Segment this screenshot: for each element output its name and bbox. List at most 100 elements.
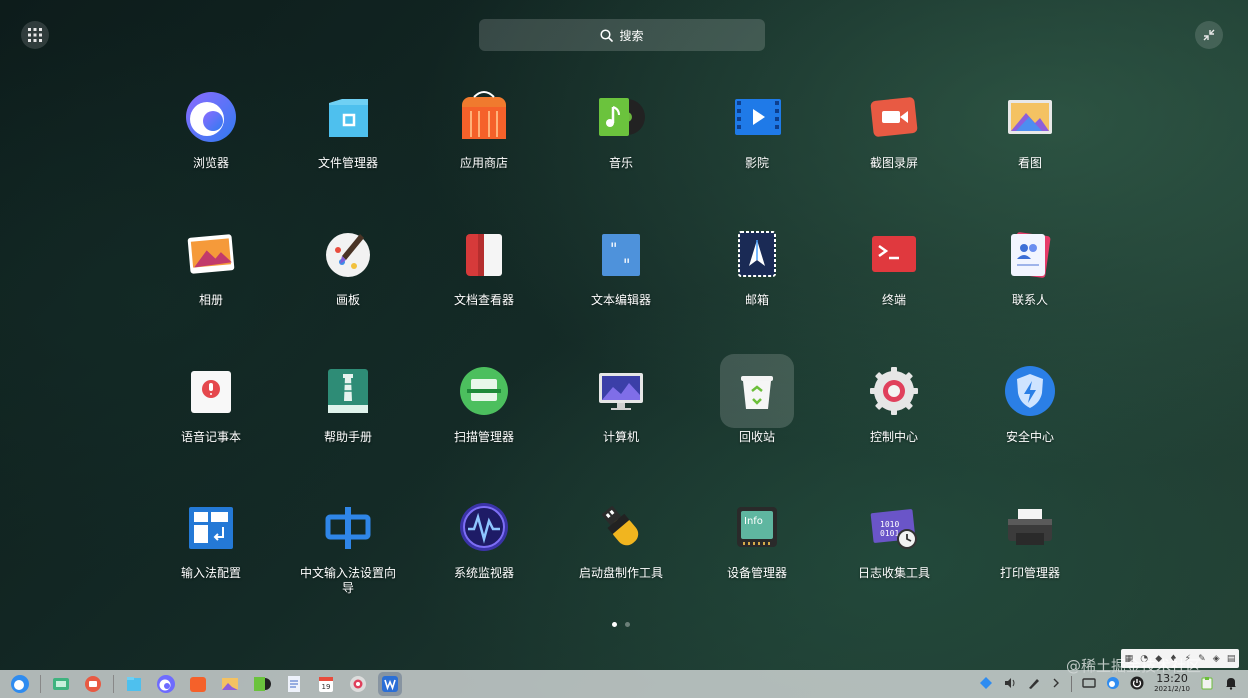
boot-maker-icon bbox=[601, 506, 639, 546]
app-document-viewer[interactable]: 文档查看器 bbox=[416, 217, 552, 308]
clock-time: 13:20 bbox=[1156, 672, 1188, 685]
app-scanner[interactable]: 扫描管理器 bbox=[416, 354, 552, 445]
app-label: 扫描管理器 bbox=[453, 430, 514, 444]
app-text-editor[interactable]: " " 文本编辑器 bbox=[553, 217, 689, 308]
shrink-icon bbox=[1203, 29, 1215, 41]
print-manager-icon bbox=[1008, 509, 1052, 545]
taskbar-control-center[interactable] bbox=[346, 672, 370, 696]
search-label: 搜索 bbox=[619, 28, 644, 43]
app-contacts[interactable]: 联系人 bbox=[962, 217, 1098, 308]
app-draw[interactable]: 画板 bbox=[280, 217, 416, 308]
svg-text:Info: Info bbox=[744, 516, 763, 527]
browser-icon[interactable] bbox=[1106, 676, 1120, 693]
app-label: 影院 bbox=[744, 156, 769, 170]
app-label: 相册 bbox=[198, 293, 223, 307]
security-center-icon bbox=[1005, 366, 1055, 416]
keyboard-icon[interactable] bbox=[1082, 677, 1096, 692]
app-label: 打印管理器 bbox=[999, 566, 1060, 580]
app-album[interactable]: 相册 bbox=[143, 217, 279, 308]
app-label: 浏览器 bbox=[192, 156, 229, 170]
taskbar-app-store[interactable] bbox=[186, 672, 210, 696]
taskbar-document[interactable] bbox=[282, 672, 306, 696]
wps-icon bbox=[382, 676, 398, 692]
launcher-button[interactable] bbox=[8, 672, 32, 696]
app-screen-capture[interactable]: 截图录屏 bbox=[826, 80, 962, 171]
scanner-icon bbox=[460, 367, 508, 415]
manual-icon bbox=[328, 369, 368, 413]
document-icon bbox=[288, 676, 300, 692]
tray-popup-item-icon[interactable]: ▤ bbox=[1227, 654, 1236, 664]
music-icon bbox=[599, 98, 645, 136]
app-log-collector[interactable]: 1010 0101 日志收集工具 bbox=[826, 490, 962, 581]
svg-text:0101: 0101 bbox=[880, 529, 899, 538]
app-label: 应用商店 bbox=[459, 156, 508, 170]
taskbar-browser[interactable] bbox=[154, 672, 178, 696]
taskbar-music[interactable] bbox=[250, 672, 274, 696]
app-manual[interactable]: 帮助手册 bbox=[280, 354, 416, 445]
app-terminal[interactable]: 终端 bbox=[826, 217, 962, 308]
device-manager-icon: Info bbox=[737, 507, 777, 547]
draw-icon bbox=[326, 233, 370, 277]
page-dot[interactable] bbox=[612, 622, 617, 627]
svg-text:": " bbox=[623, 255, 630, 274]
control-center-icon bbox=[870, 367, 918, 415]
clipboard-icon[interactable] bbox=[1200, 676, 1214, 693]
app-mail[interactable]: 邮箱 bbox=[689, 217, 825, 308]
log-collector-icon: 1010 0101 bbox=[870, 509, 917, 549]
app-store-icon bbox=[190, 677, 206, 692]
app-label: 联系人 bbox=[1011, 293, 1048, 307]
app-input-method-config[interactable]: 输入法配置 bbox=[143, 490, 279, 581]
app-system-monitor[interactable]: 系统监视器 bbox=[416, 490, 552, 581]
svg-text:": " bbox=[610, 239, 617, 258]
app-browser[interactable]: 浏览器 bbox=[143, 80, 279, 171]
file-manager-icon bbox=[329, 99, 368, 137]
app-label: 设备管理器 bbox=[726, 566, 787, 580]
app-label: 终端 bbox=[881, 293, 906, 307]
app-label: 看图 bbox=[1017, 156, 1042, 170]
computer-icon bbox=[599, 373, 643, 410]
app-chinese-input[interactable]: 中文输入法设置向导 bbox=[280, 490, 416, 596]
volume-icon[interactable] bbox=[1003, 676, 1017, 693]
image-viewer-icon bbox=[1008, 100, 1052, 134]
app-app-store[interactable]: 应用商店 bbox=[416, 80, 552, 171]
app-security-center[interactable]: 安全中心 bbox=[962, 354, 1098, 445]
trash-icon bbox=[741, 376, 773, 409]
app-music[interactable]: 音乐 bbox=[553, 80, 689, 171]
chevron-right-icon[interactable] bbox=[1051, 677, 1061, 692]
exit-fullscreen-button[interactable] bbox=[1195, 21, 1223, 49]
power-icon[interactable] bbox=[1130, 676, 1144, 693]
system-monitor-icon bbox=[460, 503, 508, 551]
taskbar-multitask-view[interactable] bbox=[49, 672, 73, 696]
app-device-manager[interactable]: Info 设备管理器 bbox=[689, 490, 825, 581]
music-icon bbox=[254, 677, 271, 691]
tray-popup-item-icon[interactable]: ◈ bbox=[1213, 654, 1220, 664]
search-box[interactable]: 搜索 bbox=[479, 19, 765, 51]
taskbar-calendar[interactable]: 19 bbox=[314, 672, 338, 696]
taskbar-file-manager[interactable] bbox=[122, 672, 146, 696]
multitask-view-icon bbox=[53, 678, 69, 690]
app-voice-note[interactable]: 语音记事本 bbox=[143, 354, 279, 445]
svg-text:1010: 1010 bbox=[880, 520, 899, 529]
pen-icon[interactable] bbox=[1027, 676, 1041, 693]
app-file-manager[interactable]: 文件管理器 bbox=[280, 80, 416, 171]
network-icon[interactable] bbox=[979, 676, 993, 693]
app-label: 截图录屏 bbox=[869, 156, 918, 170]
taskbar-wps[interactable] bbox=[378, 672, 402, 696]
app-label: 输入法配置 bbox=[180, 566, 241, 580]
app-control-center[interactable]: 控制中心 bbox=[826, 354, 962, 445]
taskbar-separator bbox=[40, 675, 41, 693]
taskbar-image-viewer[interactable] bbox=[218, 672, 242, 696]
app-movie[interactable]: 影院 bbox=[689, 80, 825, 171]
app-boot-maker[interactable]: 启动盘制作工具 bbox=[553, 490, 689, 581]
clock[interactable]: 13:20 2021/2/10 bbox=[1154, 672, 1190, 694]
notification-bell-icon[interactable] bbox=[1224, 676, 1238, 693]
page-dot[interactable] bbox=[625, 622, 630, 627]
taskbar-screen-record[interactable] bbox=[81, 672, 105, 696]
app-print-manager[interactable]: 打印管理器 bbox=[962, 490, 1098, 581]
app-image-viewer[interactable]: 看图 bbox=[962, 80, 1098, 171]
app-trash[interactable]: 回收站 bbox=[689, 354, 825, 445]
fullscreen-toggle-button[interactable] bbox=[21, 21, 49, 49]
app-label: 回收站 bbox=[738, 430, 775, 444]
app-computer[interactable]: 计算机 bbox=[553, 354, 689, 445]
app-label: 日志收集工具 bbox=[857, 566, 930, 580]
